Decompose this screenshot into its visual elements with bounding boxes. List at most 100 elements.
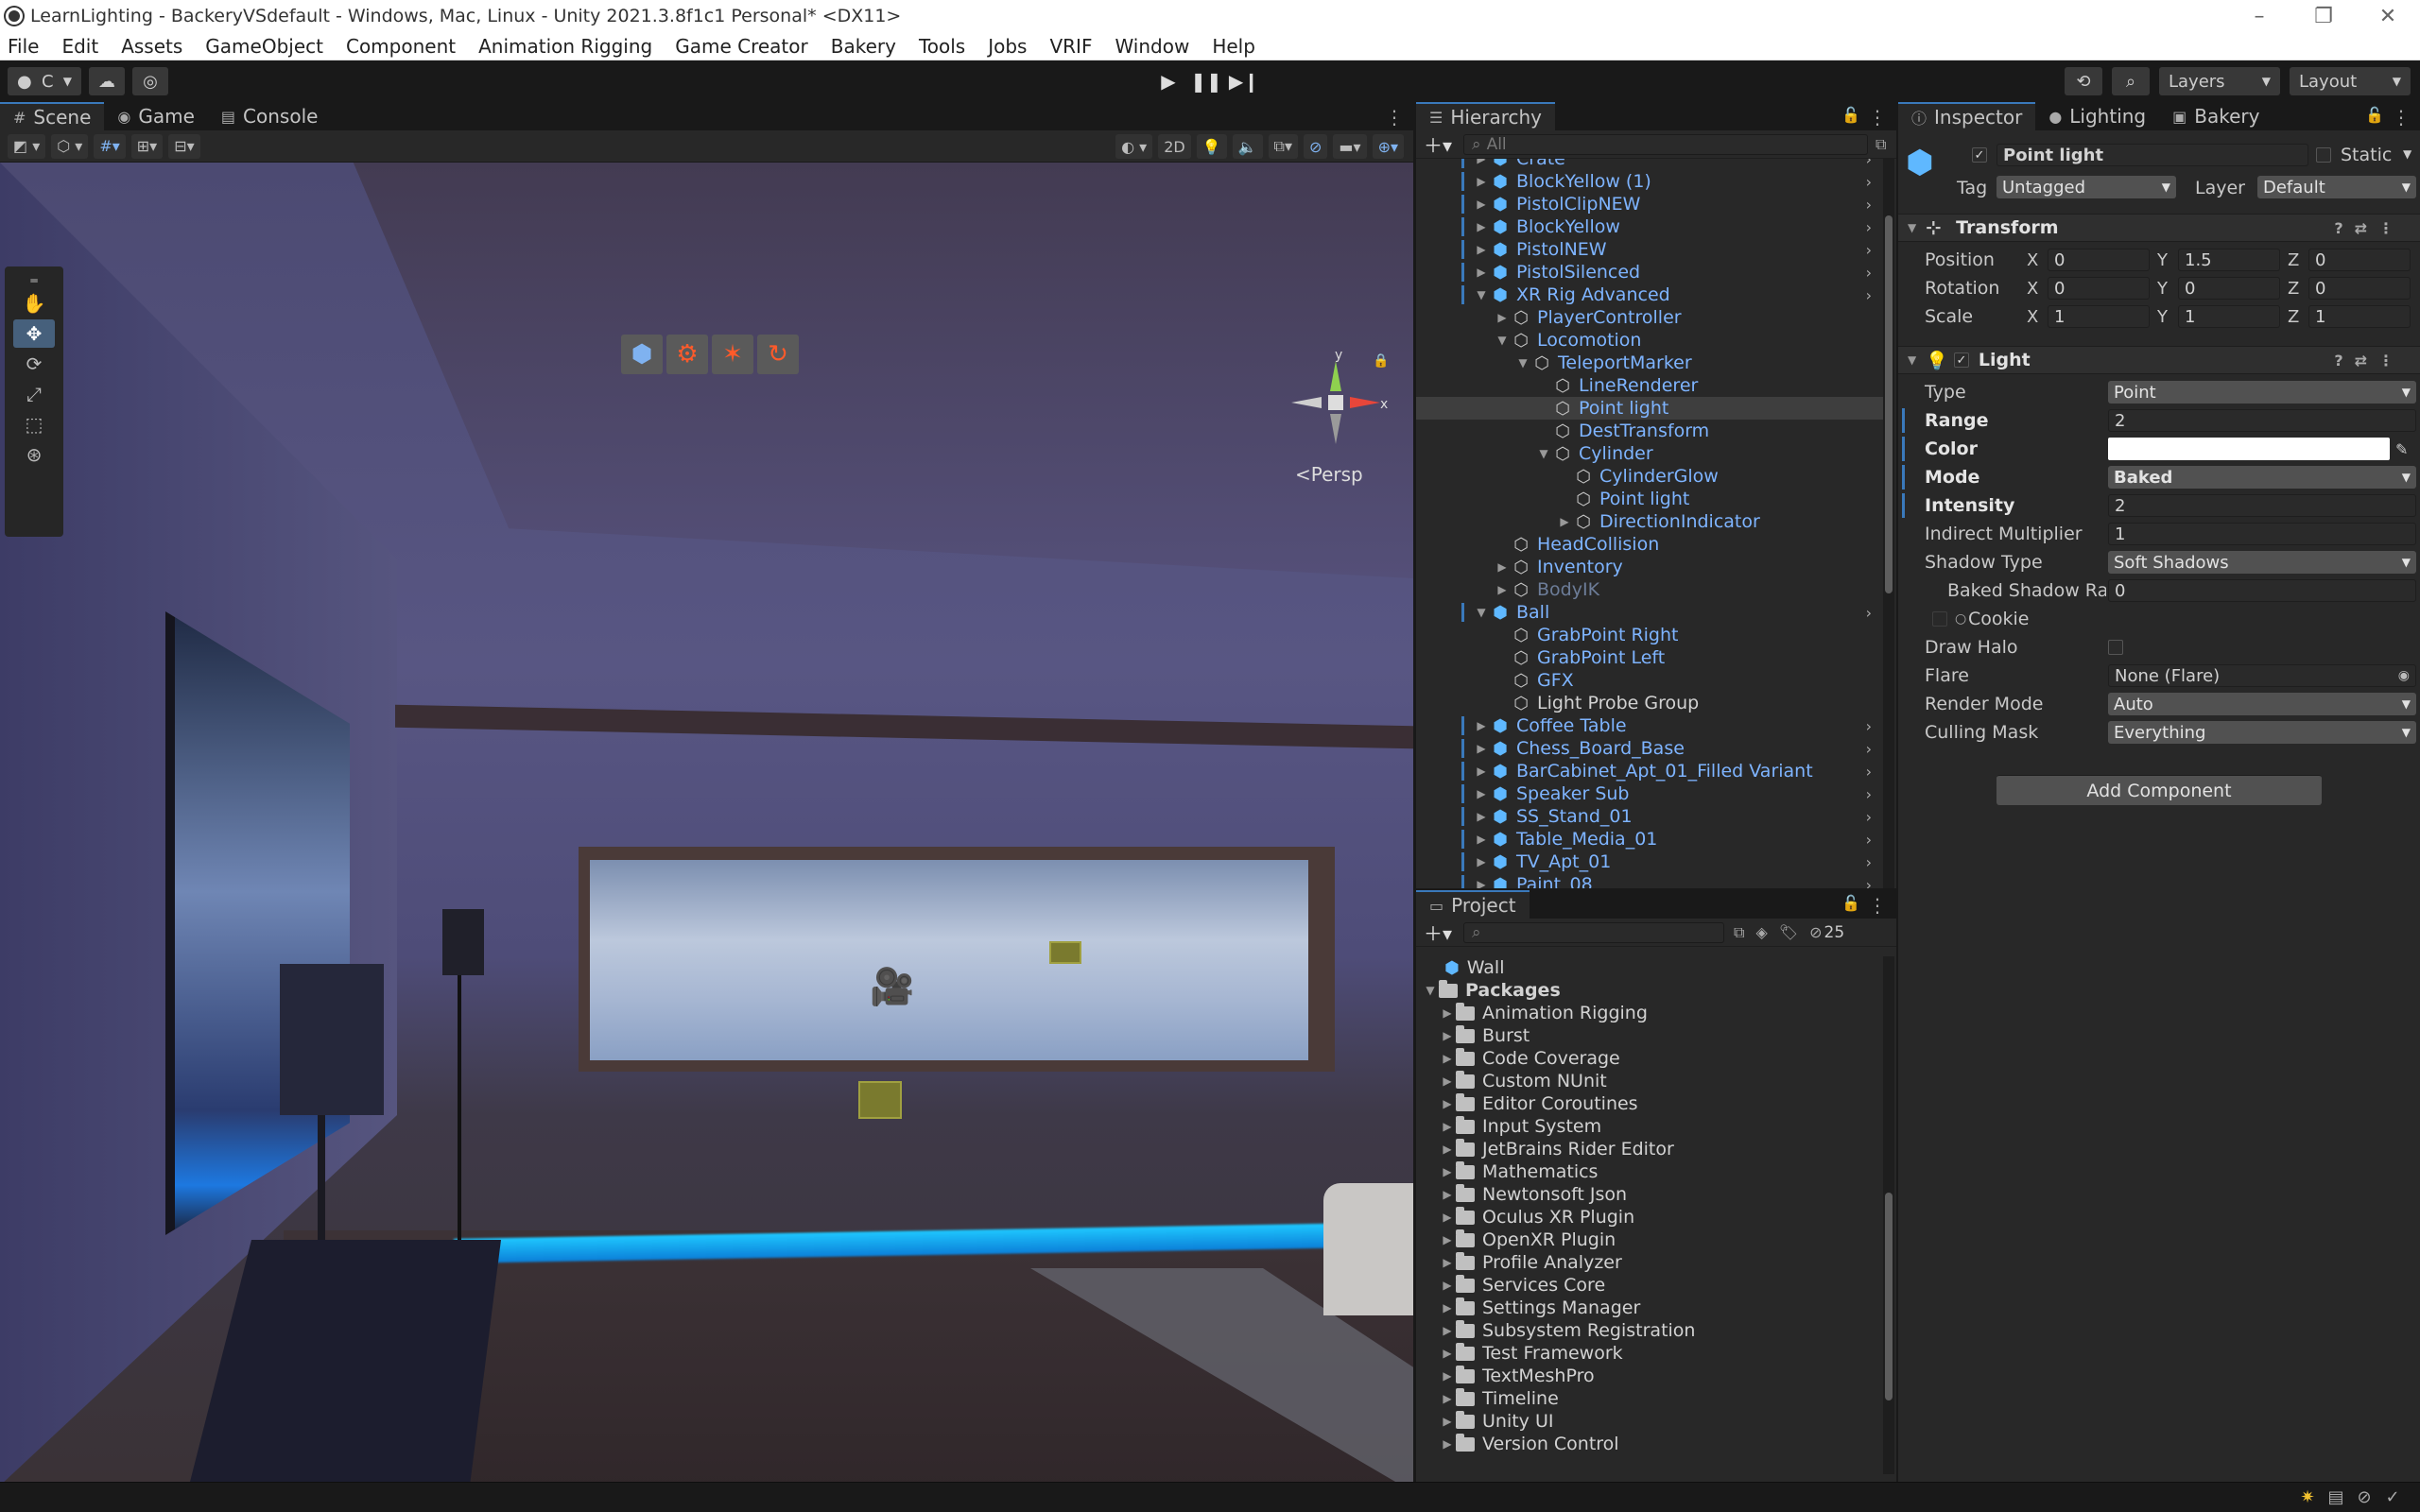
list-item[interactable]: ▶ Version Control: [1416, 1433, 1885, 1455]
list-item[interactable]: ▶ Editor Coroutines: [1416, 1092, 1885, 1115]
tab-hierarchy[interactable]: ☰ Hierarchy: [1416, 102, 1556, 130]
light-enabled-checkbox[interactable]: ✓: [1953, 352, 1969, 368]
table-row[interactable]: ▼ ⬢ Ball ›: [1416, 601, 1885, 624]
axis-z-label[interactable]: Z: [2288, 250, 2308, 270]
expand-arrow-icon[interactable]: ▶: [1439, 1006, 1456, 1020]
projection-label[interactable]: <Persp: [1295, 463, 1363, 486]
hand-tool-icon[interactable]: ✋: [13, 289, 55, 318]
menu-component[interactable]: Component: [346, 35, 456, 58]
list-item[interactable]: ▶ Services Core: [1416, 1274, 1885, 1297]
play-button[interactable]: ▶: [1150, 66, 1187, 96]
table-row[interactable]: ▶ ⬢ BlockYellow (1) ›: [1416, 170, 1885, 193]
menu-bakery[interactable]: Bakery: [831, 35, 896, 58]
network-icon[interactable]: ⊘: [2350, 1487, 2378, 1507]
label-filter-icon[interactable]: 🏷: [1779, 923, 1798, 941]
table-row[interactable]: ▶ ⬡ PlayerController: [1416, 306, 1885, 329]
kebab-menu-icon[interactable]: ⋮: [2392, 106, 2411, 129]
kebab-menu-icon[interactable]: ⋮: [1868, 894, 1887, 917]
effects-dropdown[interactable]: ⧉▾: [1268, 134, 1298, 159]
list-item[interactable]: ▶ Timeline: [1416, 1387, 1885, 1410]
chevron-right-icon[interactable]: ›: [1866, 264, 1872, 282]
chevron-right-icon[interactable]: ›: [1866, 717, 1872, 735]
menu-animation-rigging[interactable]: Animation Rigging: [478, 35, 652, 58]
light-mode-dropdown[interactable]: Baked ▼: [2108, 466, 2416, 489]
table-row[interactable]: ▶ ⬡ Inventory: [1416, 556, 1885, 578]
list-item[interactable]: ⬢ Wall: [1416, 956, 1885, 979]
rect-tool-icon[interactable]: ⬚: [13, 410, 55, 438]
list-item[interactable]: ▶ Settings Manager: [1416, 1297, 1885, 1319]
expand-arrow-icon[interactable]: ▶: [1494, 311, 1511, 324]
tag-dropdown[interactable]: Untagged ▼: [1996, 176, 2176, 198]
table-row[interactable]: ▶ ⬢ PistolClipNEW ›: [1416, 193, 1885, 215]
chevron-right-icon[interactable]: ›: [1866, 853, 1872, 871]
table-row[interactable]: ▼ ⬡ TeleportMarker: [1416, 352, 1885, 374]
lighting-toggle-icon[interactable]: 💡: [1196, 134, 1227, 159]
expand-arrow-icon[interactable]: ▶: [1439, 1415, 1456, 1428]
indirect-multiplier-field[interactable]: 1: [2108, 523, 2416, 545]
expand-arrow-icon[interactable]: ▼: [1473, 288, 1490, 301]
minimize-button[interactable]: –: [2227, 0, 2291, 32]
layer-dropdown[interactable]: Default ▼: [2257, 176, 2416, 198]
table-row[interactable]: ▼ ⬡ Cylinder: [1416, 442, 1885, 465]
expand-arrow-icon[interactable]: ▶: [1439, 1188, 1456, 1201]
chevron-right-icon[interactable]: ›: [1866, 831, 1872, 849]
list-item[interactable]: ▶ Newtonsoft Json: [1416, 1183, 1885, 1206]
menu-edit[interactable]: Edit: [61, 35, 98, 58]
expand-arrow-icon[interactable]: ▶: [1473, 810, 1490, 823]
static-checkbox[interactable]: [2316, 147, 2331, 163]
search-button[interactable]: ⌕: [2112, 67, 2150, 95]
lighting-progress-icon[interactable]: ✷: [2293, 1487, 2322, 1507]
list-item[interactable]: ▶ Custom NUnit: [1416, 1070, 1885, 1092]
expand-arrow-icon[interactable]: ▶: [1473, 159, 1490, 165]
table-row[interactable]: ▶ ⬢ TV_Apt_01 ›: [1416, 850, 1885, 873]
cache-server-icon[interactable]: ▤: [2322, 1487, 2350, 1507]
cloud-button[interactable]: ☁: [89, 67, 125, 95]
expand-arrow-icon[interactable]: ▶: [1439, 1437, 1456, 1451]
pause-button[interactable]: ❚❚: [1187, 66, 1225, 96]
table-row[interactable]: ▶ ⬢ Paint_08 ›: [1416, 873, 1885, 888]
table-row[interactable]: ▶ ⬢ PistolSilenced ›: [1416, 261, 1885, 284]
chevron-down-icon[interactable]: ▼: [2403, 147, 2411, 161]
expand-arrow-icon[interactable]: ▶: [1473, 742, 1490, 755]
table-row[interactable]: ▶ ⬢ Crate ›: [1416, 159, 1885, 170]
menu-game-creator[interactable]: Game Creator: [675, 35, 808, 58]
gear-icon[interactable]: ⚙: [666, 335, 708, 374]
hierarchy-scrollbar-thumb[interactable]: [1885, 215, 1893, 593]
expand-arrow-icon[interactable]: ▶: [1473, 833, 1490, 846]
close-button[interactable]: ✕: [2356, 0, 2420, 32]
expand-arrow-icon[interactable]: ▶: [1439, 1392, 1456, 1405]
audio-toggle-icon[interactable]: 🔈: [1232, 134, 1263, 159]
layers-dropdown[interactable]: Layers ▼: [2159, 67, 2280, 95]
component-actions-icon[interactable]: ?⇄⋮: [2334, 352, 2405, 369]
expand-arrow-icon[interactable]: ▶: [1439, 1211, 1456, 1224]
undo-history-button[interactable]: ⟲: [2065, 67, 2102, 95]
expand-arrow-icon[interactable]: ▼: [1514, 356, 1531, 369]
transform-component-header[interactable]: ▼ ⊹ Transform ?⇄⋮: [1898, 214, 2420, 242]
table-row[interactable]: ▶ ⬢ Table_Media_01 ›: [1416, 828, 1885, 850]
expand-arrow-icon[interactable]: ▶: [1439, 1143, 1456, 1156]
expand-arrow-icon[interactable]: ▶: [1439, 1347, 1456, 1360]
grid-visibility-button[interactable]: ⊞▾: [130, 133, 164, 159]
chevron-right-icon[interactable]: ›: [1866, 740, 1872, 758]
expand-arrow-icon[interactable]: ▶: [1473, 878, 1490, 888]
table-row[interactable]: ⬡ CylinderGlow: [1416, 465, 1885, 488]
create-dropdown[interactable]: ＋▾: [1424, 919, 1452, 946]
expand-arrow-icon[interactable]: ▶: [1439, 1097, 1456, 1110]
expand-arrow-icon[interactable]: ▶: [1473, 787, 1490, 800]
table-row[interactable]: ⬡ GrabPoint Right: [1416, 624, 1885, 646]
list-item[interactable]: ▶ Profile Analyzer: [1416, 1251, 1885, 1274]
axis-x-label[interactable]: X: [2027, 279, 2048, 299]
menu-jobs[interactable]: Jobs: [988, 35, 1027, 58]
table-row[interactable]: ▶ ⬢ Speaker Sub ›: [1416, 782, 1885, 805]
expand-arrow-icon[interactable]: ▶: [1439, 1233, 1456, 1246]
light-range-field[interactable]: 2: [2108, 409, 2416, 432]
tab-game[interactable]: ◉ Game: [104, 102, 208, 130]
star-tool-icon[interactable]: ✶: [712, 335, 753, 374]
table-row[interactable]: ▶ ⬢ PistolNEW ›: [1416, 238, 1885, 261]
tab-scene[interactable]: # Scene: [0, 102, 105, 130]
table-row[interactable]: ▶ ⬢ BlockYellow ›: [1416, 215, 1885, 238]
hidden-objects-icon[interactable]: ⊘: [1304, 134, 1328, 159]
object-picker-icon[interactable]: ◉: [2398, 668, 2410, 683]
packages-folder[interactable]: ▼ Packages: [1416, 979, 1885, 1002]
expand-arrow-icon[interactable]: ▶: [1439, 1279, 1456, 1292]
